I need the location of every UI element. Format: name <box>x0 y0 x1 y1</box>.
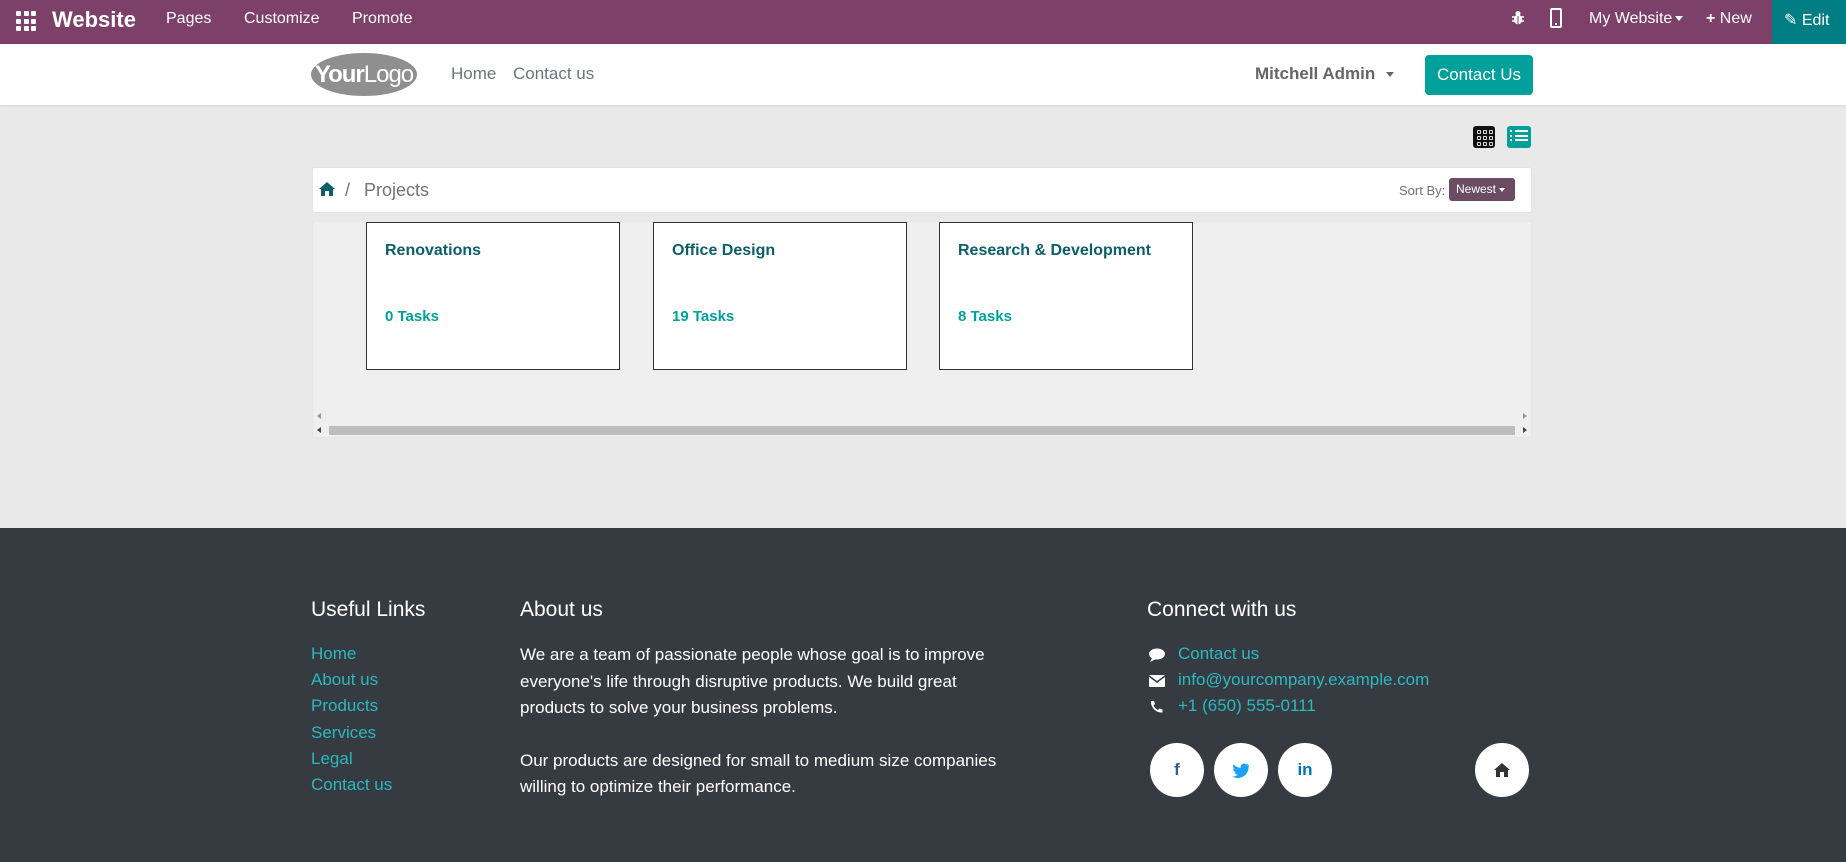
useful-links-title: Useful Links <box>311 598 426 621</box>
scroll-left-arrow-icon[interactable] <box>317 427 321 433</box>
scrollbar-thumb[interactable] <box>329 426 1515 435</box>
breadcrumb: / Projects Sort By: Newest <box>312 167 1532 213</box>
footer-link-contact-us[interactable]: Contact us <box>311 775 392 795</box>
home-icon[interactable] <box>1475 743 1529 797</box>
edit-button-label: Edit <box>1801 12 1830 29</box>
list-view-icon[interactable] <box>1507 126 1531 148</box>
project-card[interactable]: Renovations 0 Tasks <box>366 222 620 370</box>
twitter-bird-svg <box>1232 763 1250 779</box>
menu-customize[interactable]: Customize <box>244 10 320 28</box>
grid-view-icon[interactable] <box>1473 126 1495 148</box>
chevron-down-icon <box>1386 72 1394 78</box>
chevron-down-icon <box>1675 16 1684 22</box>
comment-icon <box>1149 648 1165 662</box>
scroll-right-arrow-icon[interactable] <box>1523 427 1527 433</box>
chevron-down-icon <box>1499 187 1506 192</box>
breadcrumb-current: Projects <box>364 180 430 200</box>
logo-text: Logo <box>363 61 414 88</box>
about-paragraph-2: Our products are designed for small to m… <box>520 750 997 797</box>
menu-pages[interactable]: Pages <box>166 10 211 28</box>
admin-topbar: Website Pages Customize Promote My Websi… <box>0 0 1846 44</box>
project-name[interactable]: Office Design <box>672 242 775 260</box>
horizontal-scrollbar[interactable] <box>313 423 1531 437</box>
projects-scroll-area: Renovations 0 Tasks Office Design 19 Tas… <box>312 221 1532 438</box>
nav-home[interactable]: Home <box>451 64 496 84</box>
footer-email-link[interactable]: info@yourcompany.example.com <box>1178 670 1429 690</box>
project-card[interactable]: Office Design 19 Tasks <box>653 222 907 370</box>
pencil-icon: ✎ <box>1784 12 1798 29</box>
user-name: Mitchell Admin <box>1255 64 1376 83</box>
my-website-dropdown[interactable]: My Website <box>1589 10 1684 28</box>
app-title[interactable]: Website <box>52 7 136 33</box>
nav-contact-us[interactable]: Contact us <box>513 64 594 84</box>
edit-button[interactable]: ✎ Edit <box>1772 0 1846 44</box>
company-logo[interactable]: YourLogo <box>311 53 417 96</box>
menu-promote[interactable]: Promote <box>352 10 412 28</box>
site-header: YourLogo Home Contact us Mitchell Admin … <box>0 44 1846 105</box>
bug-icon[interactable] <box>1511 10 1525 31</box>
my-website-label: My Website <box>1589 10 1673 27</box>
sort-label: Sort By: <box>1399 183 1446 198</box>
home-icon-svg <box>1494 763 1510 777</box>
home-icon[interactable] <box>319 182 335 196</box>
footer-link-home[interactable]: Home <box>311 644 356 664</box>
twitter-icon[interactable] <box>1214 743 1268 797</box>
project-name[interactable]: Research & Development <box>958 242 1151 260</box>
mobile-preview-icon[interactable] <box>1550 8 1562 28</box>
envelope-icon <box>1148 675 1166 687</box>
horizontal-scrollbar-inner[interactable] <box>313 409 1531 423</box>
footer-link-services[interactable]: Services <box>311 723 376 743</box>
project-task-count[interactable]: 0 Tasks <box>385 308 439 325</box>
footer-link-legal[interactable]: Legal <box>311 749 353 769</box>
plus-icon: + <box>1706 10 1716 27</box>
about-us-title: About us <box>520 598 603 621</box>
sort-value: Newest <box>1456 182 1497 196</box>
logo-text-bold: Your <box>314 61 365 88</box>
bug-icon-svg <box>1512 11 1524 25</box>
project-name[interactable]: Renovations <box>385 242 481 260</box>
apps-grid-icon[interactable] <box>14 9 36 31</box>
project-task-count[interactable]: 19 Tasks <box>672 308 734 325</box>
footer-link-products[interactable]: Products <box>311 696 378 716</box>
facebook-icon[interactable]: f <box>1150 743 1204 797</box>
scroll-left-arrow-icon[interactable] <box>317 413 321 419</box>
sort-dropdown[interactable]: Newest <box>1449 178 1515 201</box>
footer-link-about-us[interactable]: About us <box>311 670 378 690</box>
scroll-right-arrow-icon[interactable] <box>1523 413 1527 419</box>
breadcrumb-separator: / <box>345 180 351 200</box>
footer-contact-link[interactable]: Contact us <box>1178 644 1259 664</box>
linkedin-icon[interactable]: in <box>1278 743 1332 797</box>
project-task-count[interactable]: 8 Tasks <box>958 308 1012 325</box>
project-card[interactable]: Research & Development 8 Tasks <box>939 222 1193 370</box>
connect-title: Connect with us <box>1147 598 1297 621</box>
phone-icon <box>1150 701 1163 713</box>
about-paragraph-1: We are a team of passionate people whose… <box>520 645 985 717</box>
new-button[interactable]: + New <box>1706 10 1752 28</box>
user-menu[interactable]: Mitchell Admin <box>1255 64 1394 84</box>
about-us-text: We are a team of passionate people whose… <box>520 642 1020 801</box>
new-button-label: New <box>1719 10 1752 27</box>
site-footer: Useful Links Home About us Products Serv… <box>0 528 1846 862</box>
contact-us-button[interactable]: Contact Us <box>1425 55 1533 95</box>
footer-phone-link[interactable]: +1 (650) 555-0111 <box>1178 696 1316 716</box>
